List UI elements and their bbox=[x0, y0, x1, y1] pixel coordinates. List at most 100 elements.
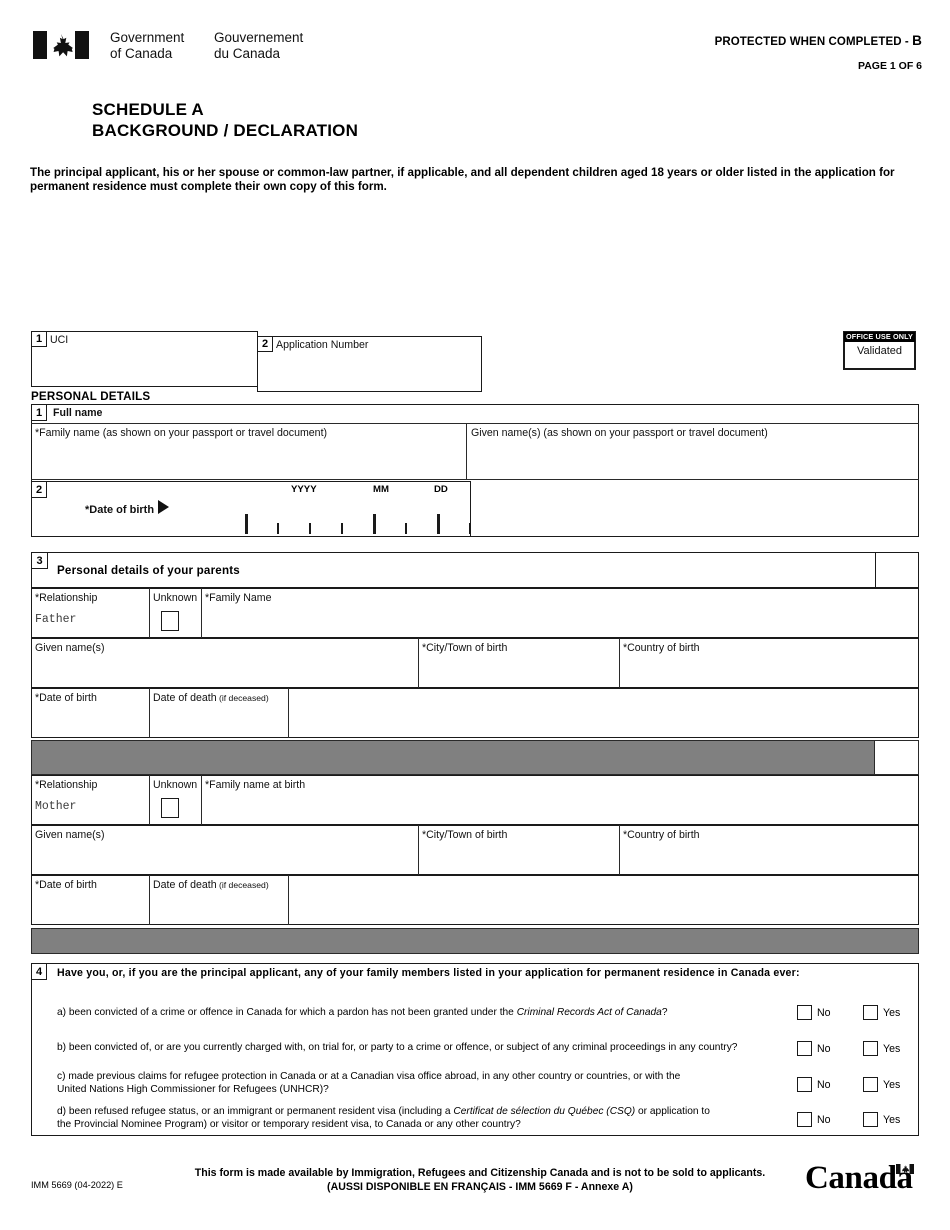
mother-country-input[interactable] bbox=[623, 844, 911, 870]
question-4d-yes-checkbox[interactable] bbox=[863, 1112, 878, 1127]
mother-dod-label: Date of death (if deceased) bbox=[153, 879, 269, 891]
footer-notice-line1: This form is made available by Immigrati… bbox=[194, 1167, 766, 1179]
father-unknown-checkbox[interactable] bbox=[161, 611, 179, 631]
question-4d-text: d) been refused refugee status, or an im… bbox=[57, 1106, 710, 1130]
goc-en-line1: Government bbox=[110, 30, 185, 45]
question-4a-yes-checkbox[interactable] bbox=[863, 1005, 878, 1020]
page-header: Government of Canada Gouvernement du Can… bbox=[0, 0, 950, 100]
question-4c-no-checkbox[interactable] bbox=[797, 1077, 812, 1092]
parents-heading: Personal details of your parents bbox=[57, 564, 240, 577]
father-given-names-input[interactable] bbox=[35, 657, 411, 683]
uci-number-tab: 1 bbox=[31, 331, 47, 347]
question-4d-no-label: No bbox=[817, 1114, 831, 1126]
goc-fr-line1: Gouvernement bbox=[214, 30, 304, 45]
given-name-input[interactable] bbox=[472, 442, 912, 476]
page-indicator: PAGE 1 OF 6 bbox=[858, 60, 922, 72]
question-4c-text: c) made previous claims for refugee prot… bbox=[57, 1071, 681, 1095]
mother-city-label: *City/Town of birth bbox=[422, 829, 508, 841]
mother-given-names-label: Given name(s) bbox=[35, 829, 105, 841]
parents-number-tab: 3 bbox=[31, 552, 48, 569]
question-4b-yes-checkbox[interactable] bbox=[863, 1041, 878, 1056]
mother-dob-label: *Date of birth bbox=[35, 879, 97, 891]
full-name-column-divider bbox=[466, 423, 468, 479]
question-4b-text: b) been convicted of, or are you current… bbox=[57, 1042, 738, 1053]
parents-separator-bar-2 bbox=[31, 928, 919, 954]
question-4c-yes-label: Yes bbox=[883, 1079, 901, 1091]
father-dod-label: Date of death (if deceased) bbox=[153, 692, 269, 704]
mother-city-input[interactable] bbox=[422, 844, 612, 870]
instructions-paragraph: The principal applicant, his or her spou… bbox=[30, 166, 895, 193]
mother-relationship-value: Mother bbox=[35, 800, 77, 813]
parents-separator-side-1 bbox=[875, 740, 919, 775]
office-use-status: Validated bbox=[856, 345, 903, 357]
full-name-number-tab: 1 bbox=[31, 404, 47, 421]
goc-en-line2: of Canada bbox=[110, 46, 173, 61]
title-line-2: BACKGROUND / DECLARATION bbox=[92, 121, 359, 140]
personal-details-heading: PERSONAL DETAILS bbox=[31, 390, 151, 403]
family-name-label: *Family name (as shown on your passport … bbox=[35, 427, 328, 439]
form-code: IMM 5669 (04-2022) E bbox=[31, 1180, 123, 1190]
father-relationship-label: *Relationship bbox=[35, 592, 98, 604]
footer-notice: This form is made available by Immigrati… bbox=[180, 1166, 780, 1194]
father-dod-input[interactable] bbox=[153, 708, 283, 734]
mother-unknown-label: Unknown bbox=[153, 779, 198, 791]
family-name-input[interactable] bbox=[36, 442, 460, 476]
application-number-tab: 2 bbox=[257, 336, 273, 352]
question-4c-yes-checkbox[interactable] bbox=[863, 1077, 878, 1092]
father-relationship-value: Father bbox=[35, 613, 77, 626]
father-dob-label: *Date of birth bbox=[35, 692, 97, 704]
father-family-name-label: *Family Name bbox=[205, 592, 272, 604]
footer-notice-line2: (AUSSI DISPONIBLE EN FRANÇAIS - IMM 5669… bbox=[327, 1181, 633, 1193]
date-of-birth-number-tab: 2 bbox=[31, 481, 47, 498]
father-given-names-label: Given name(s) bbox=[35, 642, 105, 654]
question-4b-yes-label: Yes bbox=[883, 1043, 901, 1055]
mother-family-name-label: *Family name at birth bbox=[205, 779, 306, 791]
question-4a-no-label: No bbox=[817, 1007, 831, 1019]
full-name-header-rule bbox=[31, 423, 919, 425]
mother-relationship-label: *Relationship bbox=[35, 779, 98, 791]
mother-unknown-checkbox[interactable] bbox=[161, 798, 179, 818]
parents-separator-bar-1 bbox=[31, 740, 875, 775]
father-country-label: *Country of birth bbox=[623, 642, 700, 654]
father-unknown-label: Unknown bbox=[153, 592, 198, 604]
office-use-header: OFFICE USE ONLY bbox=[844, 332, 915, 342]
application-number-label: Application Number bbox=[276, 339, 369, 351]
canada-flag-logo-icon bbox=[33, 31, 89, 59]
canada-wordmark-flag-icon bbox=[895, 1164, 914, 1174]
protected-classification: PROTECTED WHEN COMPLETED - B bbox=[715, 33, 922, 48]
father-city-input[interactable] bbox=[422, 657, 612, 683]
date-of-birth-label: *Date of birth bbox=[85, 504, 155, 516]
mother-family-name-input[interactable] bbox=[205, 795, 911, 821]
goc-fr-line2: du Canada bbox=[214, 46, 281, 61]
father-family-name-input[interactable] bbox=[205, 608, 911, 634]
question-4a-yes-label: Yes bbox=[883, 1007, 901, 1019]
question-4d-yes-label: Yes bbox=[883, 1114, 901, 1126]
question-4-number-tab: 4 bbox=[31, 963, 47, 980]
question-4b-no-checkbox[interactable] bbox=[797, 1041, 812, 1056]
father-country-input[interactable] bbox=[623, 657, 911, 683]
arrow-right-icon bbox=[158, 500, 169, 514]
dob-mm-header: MM bbox=[373, 484, 389, 495]
canada-wordmark: Canada bbox=[805, 1162, 914, 1195]
page-title: SCHEDULE A BACKGROUND / DECLARATION bbox=[92, 99, 358, 141]
parents-section-header-side-box bbox=[875, 552, 919, 588]
mother-country-label: *Country of birth bbox=[623, 829, 700, 841]
protected-level: B bbox=[912, 33, 922, 48]
father-dob-input[interactable] bbox=[35, 708, 145, 734]
given-name-label: Given name(s) (as shown on your passport… bbox=[471, 427, 768, 439]
mother-given-names-input[interactable] bbox=[35, 844, 411, 870]
mother-dob-input[interactable] bbox=[35, 895, 145, 921]
question-4c-no-label: No bbox=[817, 1079, 831, 1091]
uci-label: UCI bbox=[50, 334, 69, 346]
protected-label: PROTECTED WHEN COMPLETED - bbox=[714, 36, 909, 48]
mother-dod-input[interactable] bbox=[153, 895, 283, 921]
question-4d-no-checkbox[interactable] bbox=[797, 1112, 812, 1127]
question-4b-no-label: No bbox=[817, 1043, 831, 1055]
full-name-label: Full name bbox=[53, 407, 103, 419]
question-4a-no-checkbox[interactable] bbox=[797, 1005, 812, 1020]
dob-dd-header: DD bbox=[434, 484, 448, 495]
question-4-heading: Have you, or, if you are the principal a… bbox=[57, 967, 800, 979]
form-page: Government of Canada Gouvernement du Can… bbox=[0, 0, 950, 1230]
question-4a-text: a) been convicted of a crime or offence … bbox=[57, 1007, 668, 1018]
dob-yyyy-header: YYYY bbox=[291, 484, 317, 495]
